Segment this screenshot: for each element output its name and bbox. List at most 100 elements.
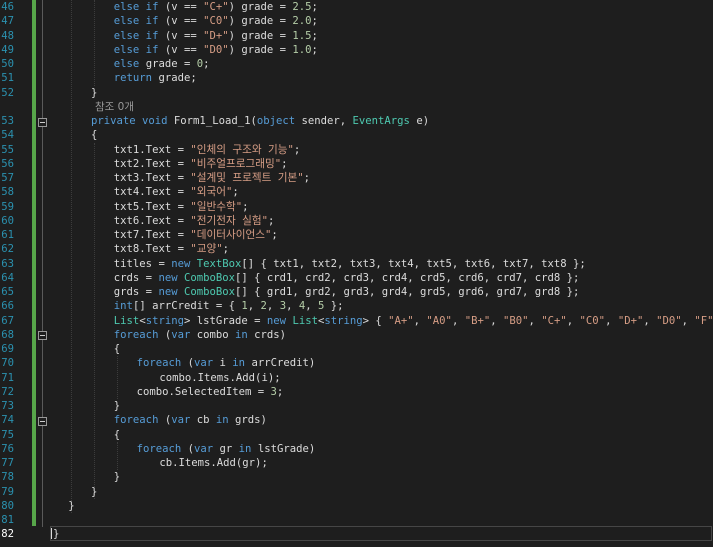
code-token: string [324, 314, 363, 327]
code-text[interactable]: foreach (var i in arrCredit) [137, 356, 316, 370]
line-number: 67 [1, 314, 14, 327]
code-text[interactable]: cb.Items.Add(gr); [159, 456, 267, 470]
code-text[interactable]: else if (v == "C+") grade = 2.5; [114, 0, 318, 14]
code-line[interactable]: 74 foreach (var cb in grds) [0, 413, 713, 427]
code-line[interactable]: 57 txt3.Text = "설계및 프로젝트 기본"; [0, 171, 713, 185]
code-text[interactable]: private void Form1_Load_1(object sender,… [91, 114, 429, 128]
code-text[interactable]: combo.SelectedItem = 3; [137, 385, 284, 399]
code-lens-references[interactable]: 참조 0개 [95, 100, 134, 114]
code-text[interactable]: else if (v == "D+") grade = 1.5; [114, 29, 318, 43]
code-token: grds = [113, 286, 159, 298]
code-line[interactable]: 79} [0, 485, 713, 499]
code-line[interactable]: 68 foreach (var combo in crds) [0, 328, 713, 342]
code-line[interactable]: 82} [0, 527, 713, 541]
code-text[interactable]: { [91, 128, 97, 142]
code-token: else if [113, 29, 159, 42]
line-number: 46 [1, 1, 14, 13]
code-text[interactable]: txt6.Text = "전기전자 실험"; [114, 214, 275, 228]
code-line[interactable]: 59 txt5.Text = "일반수학"; [0, 200, 713, 214]
code-text[interactable]: List<string> lstGrade = new List<string>… [114, 314, 713, 328]
code-token: }; [324, 300, 344, 313]
code-text[interactable]: else grade = 0; [114, 57, 210, 71]
code-text[interactable]: } [114, 399, 120, 413]
code-editor[interactable]: 46 else if (v == "C+") grade = 2.5; 47 else… [0, 0, 713, 547]
code-text[interactable]: return grade; [114, 71, 197, 85]
code-text[interactable]: foreach (var combo in crds) [114, 328, 286, 342]
code-line[interactable]: 73} [0, 399, 713, 413]
code-line[interactable]: 80} [0, 499, 713, 513]
code-line[interactable]: 77 cb.Items.Add(gr); [0, 456, 713, 470]
code-line[interactable]: 66 int[] arrCredit = { 1, 2, 3, 4, 5 }; [0, 299, 713, 313]
code-line[interactable]: 47 else if (v == "C0") grade = 2.0; [0, 14, 713, 28]
code-line[interactable]: 71 combo.Items.Add(i); [0, 371, 713, 385]
code-text[interactable]: txt7.Text = "데이터사이언스"; [114, 228, 278, 242]
code-text[interactable]: combo.Items.Add(i); [159, 371, 280, 385]
code-token: "데이터사이언스" [190, 229, 272, 241]
code-text[interactable]: txt2.Text = "비주얼프로그래밍"; [114, 157, 288, 171]
code-line[interactable]: 76 foreach (var gr in lstGrade) [0, 442, 713, 456]
code-token: "D+" [617, 314, 644, 327]
code-text[interactable]: } [114, 470, 120, 484]
code-token: , [528, 314, 542, 327]
code-text[interactable]: foreach (var gr in lstGrade) [137, 442, 316, 456]
code-line[interactable]: 81 [0, 513, 713, 527]
code-text[interactable]: else if (v == "D0") grade = 1.0; [114, 43, 318, 57]
code-line[interactable]: 62 txt8.Text = "교양"; [0, 242, 713, 256]
code-token: , [266, 300, 280, 313]
code-token: (v == [158, 15, 204, 28]
code-line[interactable]: 56 txt2.Text = "비주얼프로그래밍"; [0, 157, 713, 171]
code-token: "D+" [203, 29, 229, 42]
code-line[interactable]: 69 { [0, 342, 713, 356]
code-text[interactable]: txt4.Text = "외국어"; [114, 185, 239, 199]
code-text[interactable]: txt8.Text = "교양"; [114, 242, 229, 256]
code-line[interactable]: 67 List<string> lstGrade = new List<strin… [0, 314, 713, 328]
code-token: ; [281, 157, 288, 170]
code-token: ; [232, 186, 239, 199]
code-token: object [256, 115, 296, 127]
code-line[interactable]: 64 crds = new ComboBox[] { crd1, crd2, cr… [0, 271, 713, 285]
code-line[interactable]: 63 titles = new TextBox[] { txt1, txt2, t… [0, 257, 713, 271]
code-text[interactable]: txt5.Text = "일반수학"; [114, 200, 249, 214]
code-token: var [171, 414, 191, 427]
code-line[interactable]: 50 else grade = 0; [0, 57, 713, 71]
code-text[interactable]: } [91, 485, 97, 499]
code-line[interactable]: 49 else if (v == "D0") grade = 1.0; [0, 43, 713, 57]
code-line[interactable]: 53 private void Form1_Load_1(object sende… [0, 114, 713, 128]
code-line[interactable]: 58 txt4.Text = "외국어"; [0, 185, 713, 199]
code-text[interactable]: int[] arrCredit = { 1, 2, 3, 4, 5 }; [114, 299, 344, 313]
code-line[interactable]: 52} [0, 86, 713, 100]
code-line[interactable]: 70 foreach (var i in arrCredit) [0, 356, 713, 370]
code-line[interactable]: 48 else if (v == "D+") grade = 1.5; [0, 29, 713, 43]
code-token: i [213, 357, 233, 370]
code-text[interactable]: crds = new ComboBox[] { crd1, crd2, crd3… [114, 271, 580, 285]
code-text[interactable]: txt3.Text = "설계및 프로젝트 기본"; [114, 171, 310, 185]
code-line[interactable]: 72 combo.SelectedItem = 3; [0, 385, 713, 399]
code-line[interactable]: 60 txt6.Text = "전기전자 실험"; [0, 214, 713, 228]
code-text[interactable]: { [114, 342, 120, 356]
code-line[interactable]: 46 else if (v == "C+") grade = 2.5; [0, 0, 713, 14]
code-token: foreach [113, 328, 159, 341]
code-text[interactable]: else if (v == "C0") grade = 2.0; [114, 14, 318, 28]
code-token: ; [311, 43, 318, 56]
code-token: } [68, 499, 75, 512]
code-line[interactable]: 61 txt7.Text = "데이터사이언스"; [0, 228, 713, 242]
code-text[interactable]: { [114, 428, 120, 442]
code-line[interactable]: 65 grds = new ComboBox[] { grd1, grd2, gr… [0, 285, 713, 299]
code-text[interactable]: } [68, 499, 74, 513]
code-line[interactable]: 55 txt1.Text = "인체의 구조와 기능"; [0, 143, 713, 157]
code-text[interactable]: foreach (var cb in grds) [114, 413, 267, 427]
code-token: arrCredit) [245, 357, 316, 370]
code-text[interactable]: } [53, 527, 59, 541]
code-line[interactable]: 54 { [0, 128, 713, 142]
code-token: (v == [158, 1, 204, 13]
code-line[interactable]: 78} [0, 470, 713, 484]
code-line[interactable]: 75 { [0, 428, 713, 442]
code-token: { [113, 343, 121, 355]
code-token: "B+" [464, 314, 491, 327]
code-text[interactable]: txt1.Text = "인체의 구조와 기능"; [114, 143, 300, 157]
code-text[interactable]: titles = new TextBox[] { txt1, txt2, txt… [114, 257, 586, 271]
code-text[interactable]: } [91, 86, 97, 100]
code-text[interactable]: grds = new ComboBox[] { grd1, grd2, grd3… [114, 285, 580, 299]
code-token: "A0" [426, 314, 452, 327]
code-line[interactable]: 51 return grade; [0, 71, 713, 85]
